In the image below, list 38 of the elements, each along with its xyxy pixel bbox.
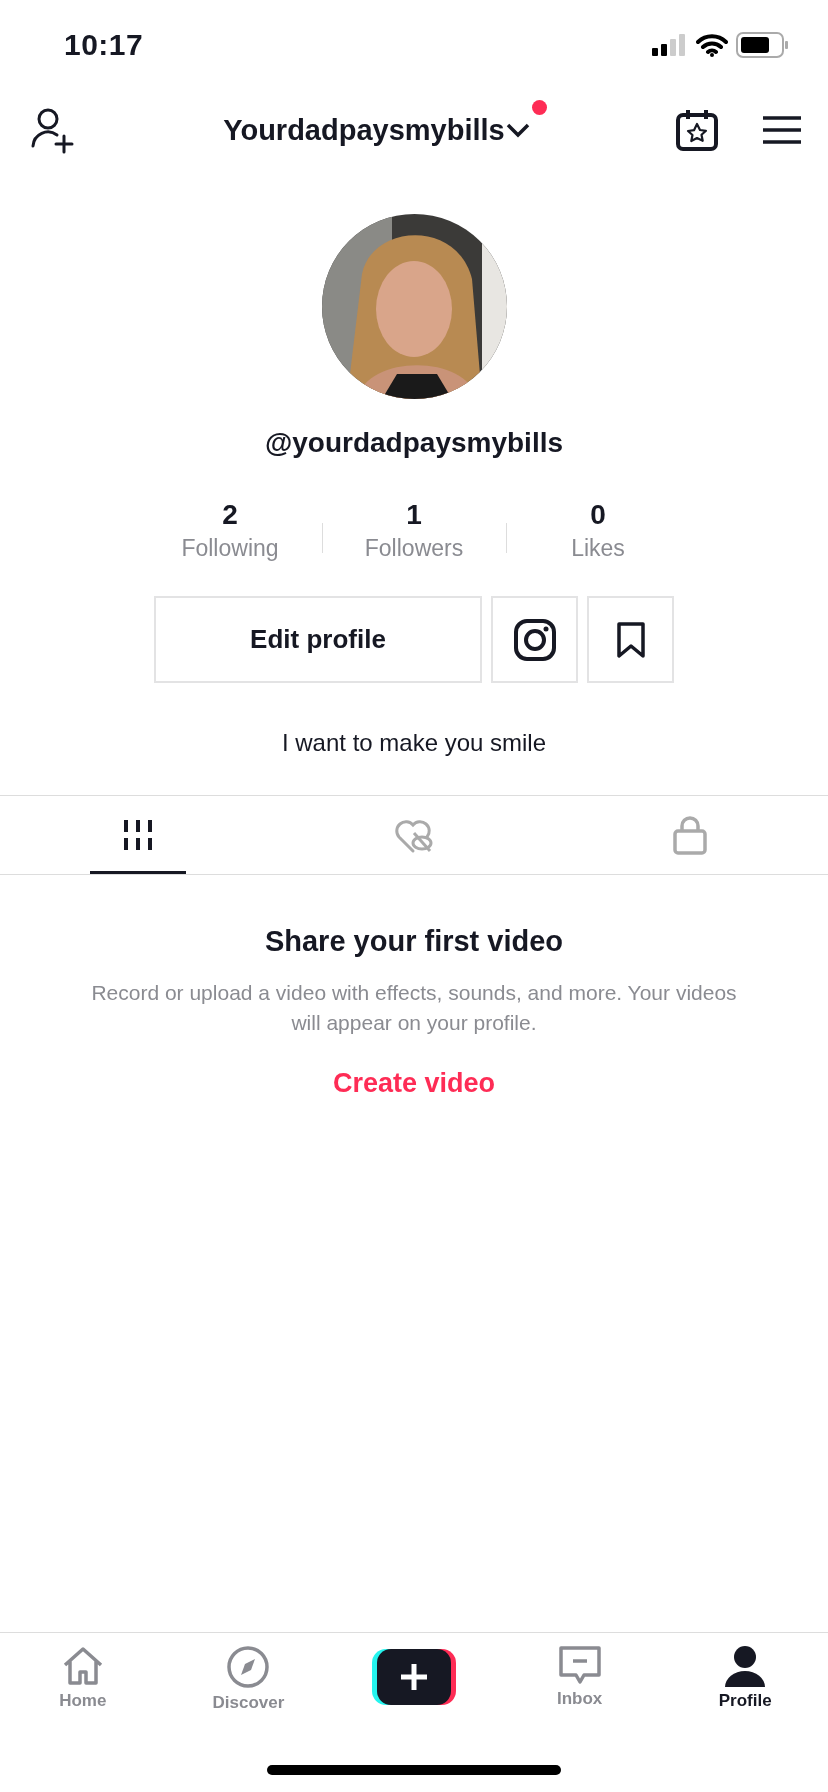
stat-count: 0: [590, 499, 606, 531]
instagram-button[interactable]: [491, 596, 578, 683]
menu-icon[interactable]: [762, 115, 802, 145]
account-name-button[interactable]: Yourdadpaysmybills: [223, 113, 505, 147]
message-icon: [557, 1645, 602, 1685]
bookmark-icon: [615, 620, 646, 659]
grid-icon: [121, 817, 155, 853]
signal-icon: [652, 34, 688, 56]
stat-count: 1: [406, 499, 422, 531]
stat-count: 2: [222, 499, 238, 531]
nav-item[interactable]: Profile: [662, 1645, 828, 1711]
bio-text: I want to make you smile: [281, 729, 547, 757]
compass-icon: [226, 1645, 271, 1689]
nav-label: Home: [59, 1691, 107, 1711]
nav-item[interactable]: Inbox: [496, 1645, 663, 1709]
battery-icon: [736, 32, 788, 58]
empty-state-text: Record or upload a video with effects, sounds, and more. Your videos will appear on your profile.: [90, 980, 738, 1036]
instagram-icon: [512, 617, 557, 662]
stat-label: Followers: [364, 535, 464, 562]
create-button[interactable]: [372, 1649, 456, 1708]
edit-profile-button[interactable]: Edit profile: [154, 596, 482, 683]
lock-icon: [672, 815, 708, 855]
nav-label: Inbox: [556, 1689, 603, 1709]
person-icon: [723, 1645, 768, 1687]
nav-item[interactable]: Home: [0, 1645, 166, 1711]
status-time: 10:17: [64, 28, 144, 62]
create-video-link[interactable]: Create video: [332, 1068, 496, 1099]
chevron-down-icon: [504, 121, 531, 139]
wifi-icon: [696, 33, 728, 57]
stat-label: Likes: [571, 535, 625, 562]
stat-label: Following: [181, 535, 279, 562]
nav-label: Profile: [718, 1691, 772, 1711]
nav-label: Discover: [212, 1693, 285, 1713]
username: @yourdadpaysmybills: [264, 427, 564, 459]
empty-state-title: Share your first video: [264, 925, 564, 958]
calendar-star-icon[interactable]: [676, 109, 718, 151]
bookmark-button[interactable]: [587, 596, 674, 683]
nav-item[interactable]: Discover: [165, 1645, 332, 1713]
